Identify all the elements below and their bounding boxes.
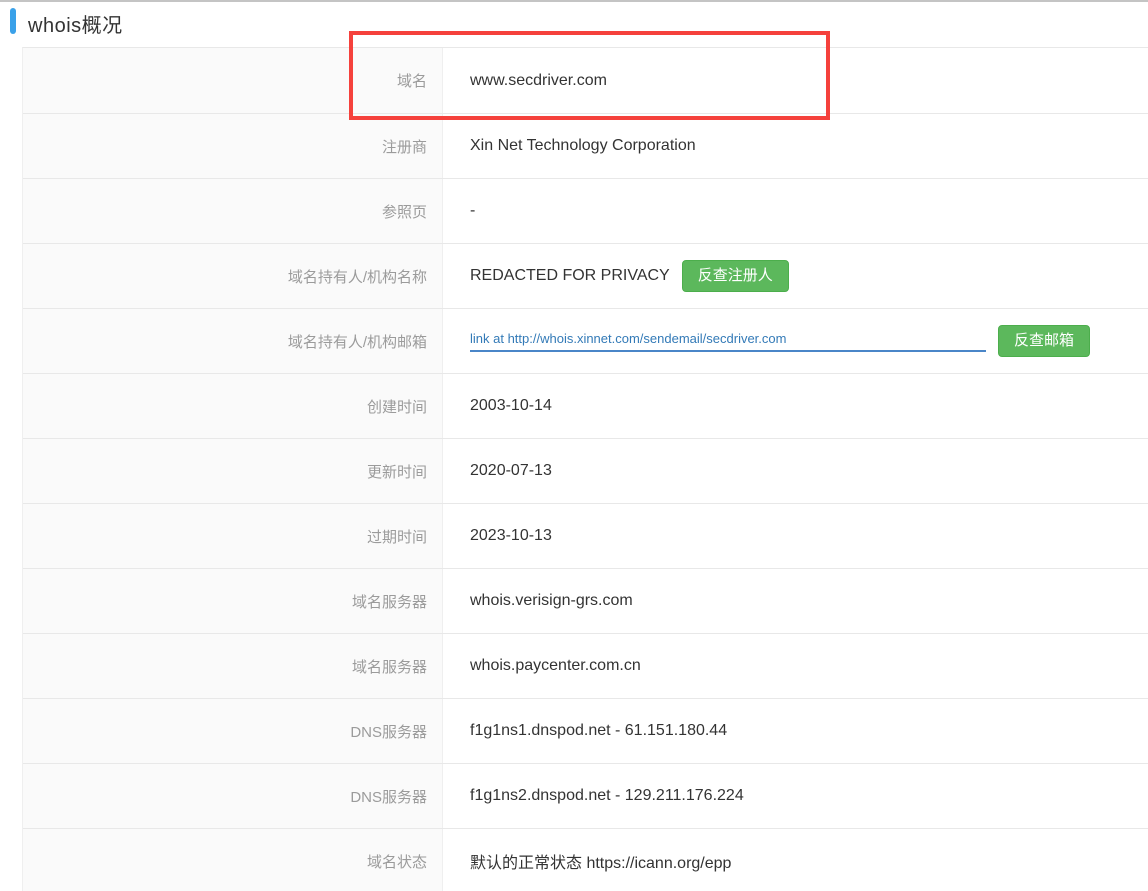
email-link[interactable]: link at http://whois.xinnet.com/sendemai…	[470, 331, 986, 352]
row-value: f1g1ns1.dnspod.net - 61.151.180.44	[470, 722, 728, 739]
reverse-lookup-registrant-button[interactable]: 反查注册人	[681, 260, 789, 292]
row-label: 创建时间	[23, 374, 443, 438]
row-value: whois.paycenter.com.cn	[470, 657, 641, 674]
whois-page: whois概况 域名 www.secdriver.com 注册商 Xin Net…	[0, 0, 1148, 891]
table-row: 域名服务器 whois.paycenter.com.cn	[23, 634, 1148, 699]
row-value: 2023-10-13	[470, 527, 552, 544]
row-label: 域名	[23, 48, 443, 113]
row-label: DNS服务器	[23, 764, 443, 828]
reverse-lookup-email-button[interactable]: 反查邮箱	[998, 325, 1091, 357]
row-value-cell: Xin Net Technology Corporation	[443, 114, 1148, 178]
whois-table: 域名 www.secdriver.com 注册商 Xin Net Technol…	[22, 47, 1148, 891]
table-row: 域名持有人/机构名称 REDACTED FOR PRIVACY 反查注册人	[23, 244, 1148, 309]
table-row: 更新时间 2020-07-13	[23, 439, 1148, 504]
table-row: 创建时间 2003-10-14	[23, 374, 1148, 439]
row-value: -	[470, 202, 476, 219]
row-value: 2020-07-13	[470, 462, 552, 479]
row-value-cell: 2020-07-13	[443, 439, 1148, 503]
row-value: 2003-10-14	[470, 397, 552, 414]
row-value: whois.verisign-grs.com	[470, 592, 633, 609]
row-label: 域名服务器	[23, 634, 443, 698]
row-label: 注册商	[23, 114, 443, 178]
row-value-cell: REDACTED FOR PRIVACY 反查注册人	[443, 244, 1148, 308]
row-value-cell: whois.verisign-grs.com	[443, 569, 1148, 633]
row-value-cell: link at http://whois.xinnet.com/sendemai…	[443, 309, 1148, 373]
row-label: 域名状态	[23, 829, 443, 891]
row-value-cell: -	[443, 179, 1148, 243]
table-row: 域名服务器 whois.verisign-grs.com	[23, 569, 1148, 634]
row-value-cell: 默认的正常状态 https://icann.org/epp	[443, 829, 1148, 891]
page-title: whois概况	[28, 15, 123, 37]
row-value: f1g1ns2.dnspod.net - 129.211.176.224	[470, 787, 744, 804]
title-accent-bar	[10, 8, 16, 34]
row-label: DNS服务器	[23, 699, 443, 763]
row-value-cell: f1g1ns2.dnspod.net - 129.211.176.224	[443, 764, 1148, 828]
row-label: 更新时间	[23, 439, 443, 503]
table-row: 注册商 Xin Net Technology Corporation	[23, 114, 1148, 179]
row-label: 域名持有人/机构邮箱	[23, 309, 443, 373]
row-label: 过期时间	[23, 504, 443, 568]
row-value: www.secdriver.com	[470, 71, 607, 89]
row-label: 域名服务器	[23, 569, 443, 633]
section-header: whois概况	[0, 2, 1148, 47]
table-row: 过期时间 2023-10-13	[23, 504, 1148, 569]
table-row: DNS服务器 f1g1ns1.dnspod.net - 61.151.180.4…	[23, 699, 1148, 764]
row-value: 默认的正常状态 https://icann.org/epp	[470, 855, 732, 872]
row-label: 参照页	[23, 179, 443, 243]
table-row: DNS服务器 f1g1ns2.dnspod.net - 129.211.176.…	[23, 764, 1148, 829]
row-value-cell: www.secdriver.com	[443, 48, 1148, 113]
row-value-cell: whois.paycenter.com.cn	[443, 634, 1148, 698]
row-label: 域名持有人/机构名称	[23, 244, 443, 308]
table-row: 域名 www.secdriver.com	[23, 48, 1148, 114]
row-value: Xin Net Technology Corporation	[470, 137, 696, 154]
table-row: 域名状态 默认的正常状态 https://icann.org/epp	[23, 829, 1148, 891]
table-row: 域名持有人/机构邮箱 link at http://whois.xinnet.c…	[23, 309, 1148, 374]
row-value-cell: 2003-10-14	[443, 374, 1148, 438]
table-row: 参照页 -	[23, 179, 1148, 244]
row-value-cell: f1g1ns1.dnspod.net - 61.151.180.44	[443, 699, 1148, 763]
row-value-cell: 2023-10-13	[443, 504, 1148, 568]
row-value: REDACTED FOR PRIVACY	[470, 267, 670, 284]
